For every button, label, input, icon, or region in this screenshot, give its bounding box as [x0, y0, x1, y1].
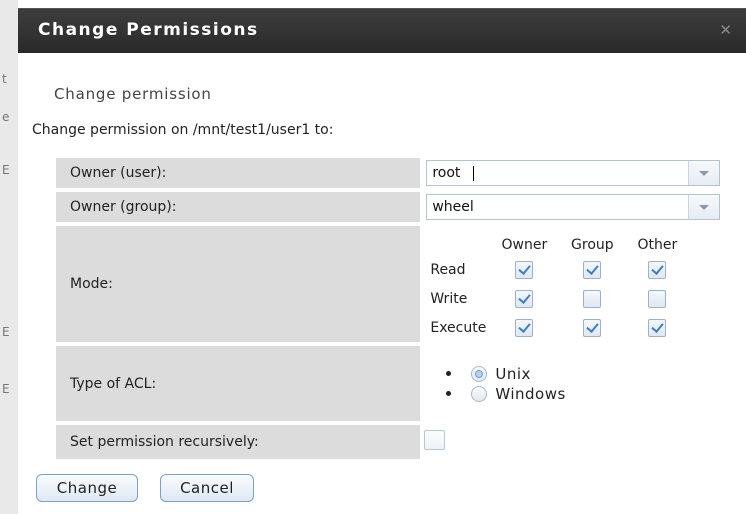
other-execute-checkbox[interactable] — [648, 318, 667, 337]
background-page-strip: t e E E E — [0, 0, 19, 514]
bullet-icon — [446, 391, 452, 396]
owner-write-checkbox[interactable] — [515, 289, 534, 308]
acl-option-unix[interactable]: Unix — [446, 364, 746, 384]
change-button[interactable]: Change — [36, 474, 138, 502]
background-text-fragment: E — [2, 163, 10, 177]
chevron-down-icon[interactable] — [688, 195, 720, 219]
text-cursor — [473, 166, 475, 181]
recursive-checkbox[interactable] — [424, 430, 446, 450]
owner-user-value[interactable]: root — [432, 165, 460, 181]
acl-type-options: Unix Windows — [424, 364, 746, 404]
permissions-form: Owner (user): root Owner (group): wheel … — [56, 154, 746, 463]
unix-radio[interactable] — [471, 365, 488, 382]
recursive-row: Set permission recursively: — [56, 425, 746, 459]
windows-radio[interactable] — [471, 385, 488, 402]
cancel-button[interactable]: Cancel — [160, 474, 254, 502]
mode-row: Mode: Owner Group Other Read Write Execu… — [56, 226, 746, 342]
mode-row-label: Execute — [430, 319, 487, 336]
acl-option-label[interactable]: Windows — [495, 385, 565, 403]
intro-text: Change permission on /mnt/test1/user1 to… — [32, 122, 334, 138]
owner-execute-checkbox[interactable] — [515, 318, 534, 337]
background-text-fragment: E — [2, 325, 10, 339]
owner-user-label: Owner (user): — [56, 158, 421, 188]
owner-group-row: Owner (group): wheel — [56, 192, 746, 222]
owner-read-checkbox[interactable] — [515, 260, 534, 279]
background-text-fragment: t — [2, 72, 7, 86]
background-text-fragment: E — [2, 382, 10, 396]
chevron-down-icon[interactable] — [688, 161, 720, 185]
group-execute-checkbox[interactable] — [583, 318, 602, 337]
dialog-title: Change Permissions — [38, 20, 259, 40]
acl-type-row: Type of ACL: Unix Windows — [56, 346, 746, 421]
owner-group-label: Owner (group): — [56, 192, 421, 222]
close-icon[interactable]: ✕ — [719, 21, 732, 39]
owner-group-value[interactable]: wheel — [432, 199, 473, 215]
owner-user-row: Owner (user): root — [56, 158, 746, 188]
mode-column-header: Group — [571, 237, 614, 253]
acl-option-label[interactable]: Unix — [495, 365, 531, 383]
bullet-icon — [446, 371, 452, 376]
mode-row-label: Read — [430, 261, 466, 278]
acl-type-label: Type of ACL: — [56, 346, 421, 421]
mode-column-header: Owner — [501, 237, 548, 253]
mode-label: Mode: — [56, 226, 421, 342]
mode-permission-grid: Owner Group Other Read Write Execute — [428, 226, 746, 342]
group-write-checkbox[interactable] — [583, 289, 602, 308]
other-read-checkbox[interactable] — [648, 260, 667, 279]
owner-group-combobox[interactable]: wheel — [426, 194, 721, 220]
other-write-checkbox[interactable] — [648, 289, 667, 308]
group-read-checkbox[interactable] — [583, 260, 602, 279]
background-text-fragment: e — [2, 110, 10, 124]
mode-column-header: Other — [637, 237, 678, 253]
dialog-titlebar[interactable]: Change Permissions ✕ — [18, 8, 746, 53]
change-permissions-dialog: Change Permissions ✕ Change permission C… — [18, 0, 746, 514]
section-heading: Change permission — [54, 85, 212, 103]
mode-row-label: Write — [430, 290, 468, 307]
acl-option-windows[interactable]: Windows — [446, 384, 746, 404]
owner-user-combobox[interactable]: root — [426, 160, 721, 186]
recursive-label: Set permission recursively: — [56, 425, 421, 459]
